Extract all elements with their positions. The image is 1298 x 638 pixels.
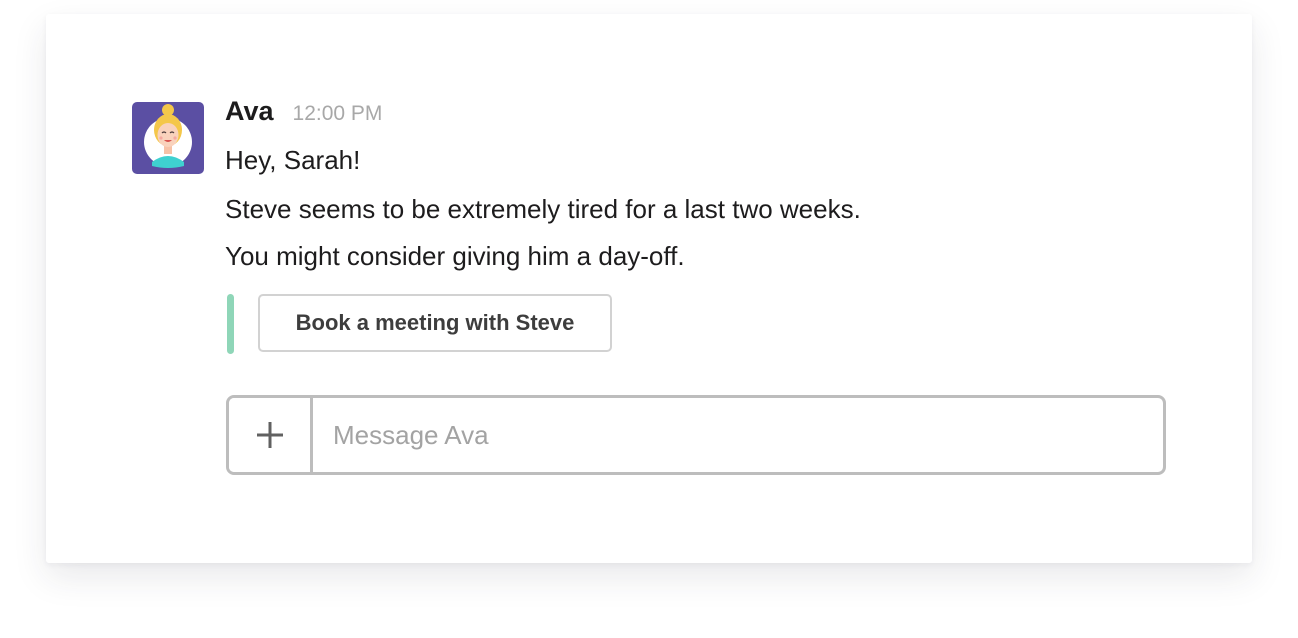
book-meeting-button[interactable]: Book a meeting with Steve <box>258 294 612 352</box>
message-line: You might consider giving him a day-off. <box>225 241 685 271</box>
attachment-accent-bar <box>227 294 234 354</box>
sender-name[interactable]: Ava <box>225 96 274 127</box>
avatar[interactable] <box>132 102 204 174</box>
message-input[interactable] <box>313 398 1163 472</box>
message-composer <box>226 395 1166 475</box>
woman-avatar-icon <box>132 102 204 174</box>
message-header: Ava 12:00 PM <box>225 96 382 130</box>
attach-button[interactable] <box>229 398 313 472</box>
message-card: Ava 12:00 PM Hey, Sarah! Steve seems to … <box>46 14 1252 563</box>
message-timestamp[interactable]: 12:00 PM <box>293 102 383 126</box>
message-line: Hey, Sarah! <box>225 145 361 175</box>
plus-icon <box>256 422 283 448</box>
message-line: Steve seems to be extremely tired for a … <box>225 194 861 224</box>
